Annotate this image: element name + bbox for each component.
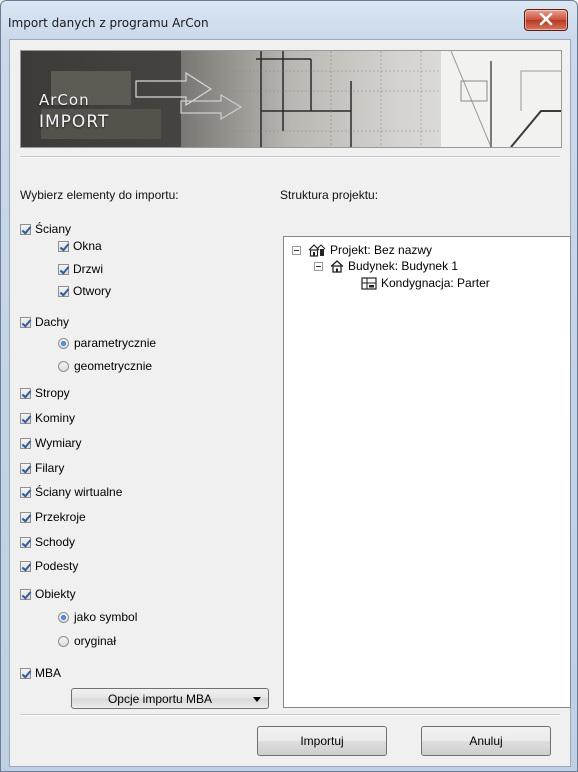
building-label: Budynek: Budynek 1 bbox=[348, 259, 459, 273]
radio-selected-icon bbox=[58, 337, 69, 349]
pillars-label: Filary bbox=[35, 461, 65, 475]
radio-unselected-icon bbox=[58, 635, 69, 647]
objects-label: Obiekty bbox=[35, 587, 76, 601]
mba-options-dropdown[interactable]: Opcje importu MBA bbox=[71, 688, 269, 709]
geometric-label: geometrycznie bbox=[74, 359, 153, 373]
window-title: Import danych z programu ArCon bbox=[8, 16, 209, 30]
mba-options-label: Opcje importu MBA bbox=[107, 691, 213, 706]
title-bar[interactable]: Import danych z programu ArCon bbox=[1, 1, 577, 39]
dimensions-checkbox[interactable]: Wymiary bbox=[20, 435, 82, 451]
import-button-label: Importuj bbox=[300, 734, 344, 748]
structure-heading: Struktura projektu: bbox=[280, 188, 379, 202]
elements-heading: Wybierz elementy do importu: bbox=[20, 188, 179, 202]
chimneys-checkbox[interactable]: Kominy bbox=[20, 410, 75, 426]
check-icon bbox=[20, 412, 31, 424]
stairs-label: Schody bbox=[35, 535, 76, 549]
ceilings-checkbox[interactable]: Stropy bbox=[20, 385, 70, 401]
collapse-icon[interactable] bbox=[292, 245, 301, 255]
check-icon bbox=[20, 536, 31, 548]
chevron-down-icon bbox=[253, 697, 261, 702]
objects-original-radio[interactable]: oryginał bbox=[58, 633, 116, 649]
check-icon bbox=[58, 240, 69, 252]
tree-node-floor[interactable]: Kondygnacja: Parter bbox=[361, 275, 490, 291]
roofs-parametric-radio[interactable]: parametrycznie bbox=[58, 335, 156, 351]
banner-subtitle: IMPORT bbox=[39, 112, 110, 132]
check-icon bbox=[58, 285, 69, 297]
check-icon bbox=[20, 560, 31, 572]
symbol-label: jako symbol bbox=[74, 610, 138, 624]
roofs-checkbox[interactable]: Dachy bbox=[20, 314, 69, 330]
floor-icon bbox=[361, 276, 377, 290]
windows-label: Okna bbox=[73, 239, 102, 253]
tree-node-building[interactable]: Budynek: Budynek 1 bbox=[314, 258, 458, 274]
check-icon bbox=[20, 437, 31, 449]
check-icon bbox=[20, 588, 31, 600]
check-icon bbox=[20, 223, 31, 235]
check-icon bbox=[20, 511, 31, 523]
tree-node-project[interactable]: Projekt: Bez nazwy bbox=[292, 242, 432, 258]
arcon-import-banner: ArCon IMPORT bbox=[20, 50, 562, 148]
mba-checkbox[interactable]: MBA bbox=[20, 665, 61, 681]
close-button[interactable] bbox=[524, 9, 568, 31]
close-icon bbox=[539, 13, 553, 26]
dialog-body: ArCon IMPORT Wybierz elementy do importu… bbox=[9, 39, 571, 767]
parametric-label: parametrycznie bbox=[74, 336, 157, 350]
virtual-walls-checkbox[interactable]: Ściany wirtualne bbox=[20, 484, 122, 500]
ceilings-label: Stropy bbox=[35, 386, 70, 400]
doors-label: Drzwi bbox=[73, 262, 103, 276]
landings-label: Podesty bbox=[35, 559, 79, 573]
cancel-button-label: Anuluj bbox=[469, 734, 503, 748]
project-structure-tree[interactable]: Projekt: Bez nazwy Budynek: Budynek 1 Ko… bbox=[283, 236, 571, 708]
check-icon bbox=[20, 486, 31, 498]
project-icon bbox=[308, 243, 326, 257]
landings-checkbox[interactable]: Podesty bbox=[20, 558, 78, 574]
check-icon bbox=[20, 462, 31, 474]
top-separator bbox=[20, 156, 560, 158]
roofs-label: Dachy bbox=[35, 315, 70, 329]
stairs-checkbox[interactable]: Schody bbox=[20, 534, 75, 550]
mba-label: MBA bbox=[35, 666, 62, 680]
walls-checkbox[interactable]: Ściany bbox=[20, 221, 71, 237]
import-button[interactable]: Importuj bbox=[257, 726, 387, 756]
import-dialog: Import danych z programu ArCon ArCon IMP… bbox=[0, 0, 578, 772]
objects-symbol-radio[interactable]: jako symbol bbox=[58, 609, 137, 625]
pillars-checkbox[interactable]: Filary bbox=[20, 460, 64, 476]
house-icon bbox=[330, 259, 344, 273]
project-label: Projekt: Bez nazwy bbox=[330, 243, 433, 257]
bottom-separator bbox=[20, 714, 560, 716]
openings-checkbox[interactable]: Otwory bbox=[58, 283, 111, 299]
objects-checkbox[interactable]: Obiekty bbox=[20, 586, 76, 602]
dimensions-label: Wymiary bbox=[35, 436, 82, 450]
sections-checkbox[interactable]: Przekroje bbox=[20, 509, 86, 525]
openings-label: Otwory bbox=[73, 284, 112, 298]
cancel-button[interactable]: Anuluj bbox=[421, 726, 551, 756]
check-icon bbox=[58, 263, 69, 275]
radio-selected-icon bbox=[58, 611, 69, 623]
check-icon bbox=[20, 667, 31, 679]
check-icon bbox=[20, 387, 31, 399]
original-label: oryginał bbox=[74, 634, 117, 648]
check-icon bbox=[20, 316, 31, 328]
walls-label: Ściany bbox=[35, 222, 72, 236]
banner-title: ArCon bbox=[39, 91, 90, 109]
floor-label: Kondygnacja: Parter bbox=[381, 276, 490, 290]
doors-checkbox[interactable]: Drzwi bbox=[58, 261, 103, 277]
windows-checkbox[interactable]: Okna bbox=[58, 238, 102, 254]
collapse-icon[interactable] bbox=[314, 261, 323, 271]
banner-logo-text: ArCon IMPORT bbox=[39, 91, 109, 132]
chimneys-label: Kominy bbox=[35, 411, 76, 425]
radio-unselected-icon bbox=[58, 360, 69, 372]
roofs-geometric-radio[interactable]: geometrycznie bbox=[58, 358, 152, 374]
virtual-walls-label: Ściany wirtualne bbox=[35, 485, 123, 499]
sections-label: Przekroje bbox=[35, 510, 86, 524]
